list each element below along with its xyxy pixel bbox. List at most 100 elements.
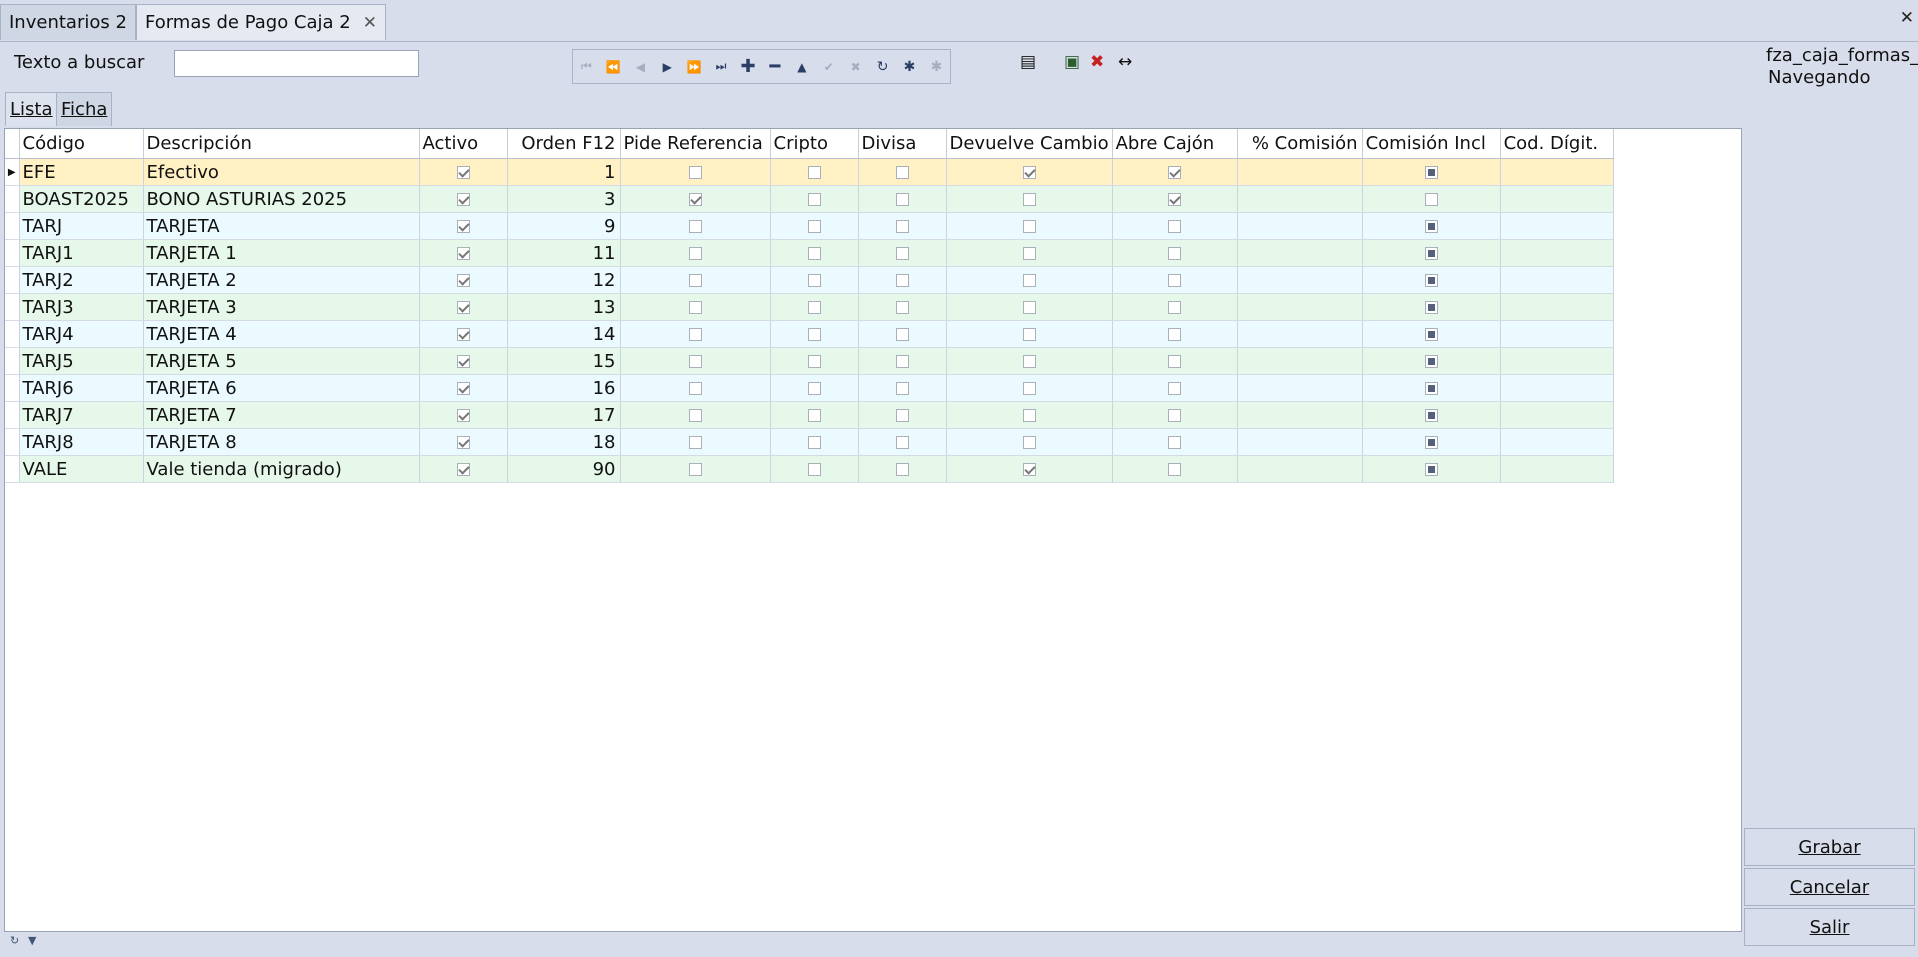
checkbox[interactable] [1022, 436, 1036, 449]
report-icon[interactable]: ▤ [1020, 52, 1036, 72]
checkbox-cell[interactable] [1362, 401, 1501, 429]
table-cell[interactable]: 9 [507, 212, 621, 240]
table-cell[interactable] [1500, 401, 1614, 429]
checkbox[interactable] [1168, 355, 1182, 368]
table-cell[interactable] [1500, 374, 1614, 402]
checkbox-cell[interactable] [1362, 266, 1501, 294]
table-row[interactable]: TARJ5 TARJETA 5 15 [5, 347, 1614, 375]
checkbox-cell[interactable] [770, 266, 859, 294]
checkbox[interactable] [895, 328, 909, 341]
delete-icon[interactable]: ━ [761, 56, 788, 77]
table-cell[interactable] [1237, 347, 1363, 375]
table-row[interactable]: TARJ2 TARJETA 2 12 [5, 266, 1614, 294]
checkbox-cell[interactable] [620, 347, 771, 375]
checkbox-cell[interactable] [1112, 185, 1238, 213]
checkbox-cell[interactable] [1112, 212, 1238, 240]
checkbox[interactable] [807, 355, 821, 368]
checkbox[interactable] [807, 328, 821, 341]
table-cell[interactable]: TARJETA 8 [143, 428, 420, 456]
table-cell[interactable] [1237, 185, 1363, 213]
checkbox-cell[interactable] [946, 320, 1113, 348]
checkbox-cell[interactable] [770, 212, 859, 240]
table-cell[interactable]: TARJETA 5 [143, 347, 420, 375]
close-tab-icon[interactable]: ✕ [363, 13, 377, 33]
checkbox-cell[interactable] [1362, 374, 1501, 402]
table-cell[interactable]: 11 [507, 239, 621, 267]
checkbox-cell[interactable] [1362, 320, 1501, 348]
checkbox-cell[interactable] [858, 347, 947, 375]
table-cell[interactable]: TARJETA 2 [143, 266, 420, 294]
checkbox-cell[interactable] [770, 239, 859, 267]
cancelar-button[interactable]: Cancelar [1744, 868, 1915, 906]
checkbox-cell[interactable] [858, 428, 947, 456]
checkbox[interactable] [688, 301, 702, 314]
table-row[interactable]: TARJ6 TARJETA 6 16 [5, 374, 1614, 402]
checkbox-cell[interactable] [1112, 320, 1238, 348]
checkbox-cell[interactable] [1112, 158, 1238, 186]
table-cell[interactable] [1500, 239, 1614, 267]
checkbox[interactable] [807, 166, 821, 179]
checkbox[interactable] [688, 193, 702, 206]
checkbox[interactable] [807, 220, 821, 233]
refresh-icon[interactable]: ↻ [10, 934, 19, 947]
checkbox[interactable] [1424, 328, 1438, 341]
checkbox-cell[interactable] [770, 455, 859, 483]
checkbox-cell[interactable] [770, 428, 859, 456]
next-icon[interactable]: ▶ [654, 60, 681, 74]
checkbox-cell[interactable] [1362, 239, 1501, 267]
checkbox-cell[interactable] [620, 185, 771, 213]
checkbox-cell[interactable] [858, 374, 947, 402]
checkbox-cell[interactable] [858, 293, 947, 321]
column-header[interactable]: Devuelve Cambio [946, 129, 1113, 159]
checkbox-cell[interactable] [946, 212, 1113, 240]
table-cell[interactable] [1500, 320, 1614, 348]
grabar-button[interactable]: Grabar [1744, 828, 1915, 866]
tab-lista[interactable]: Lista [5, 92, 58, 126]
table-cell[interactable]: TARJ7 [19, 401, 144, 429]
prior-icon[interactable]: ◀ [627, 60, 654, 74]
checkbox-cell[interactable] [858, 212, 947, 240]
checkbox-cell[interactable] [620, 212, 771, 240]
checkbox[interactable] [1168, 436, 1182, 449]
checkbox-cell[interactable] [858, 266, 947, 294]
checkbox-cell[interactable] [946, 158, 1113, 186]
table-cell[interactable]: 3 [507, 185, 621, 213]
table-cell[interactable]: EFE [19, 158, 144, 186]
checkbox-cell[interactable] [858, 185, 947, 213]
checkbox-cell[interactable] [419, 320, 508, 348]
checkbox-cell[interactable] [946, 293, 1113, 321]
table-cell[interactable] [1237, 374, 1363, 402]
checkbox[interactable] [1168, 382, 1182, 395]
checkbox[interactable] [807, 463, 821, 476]
checkbox[interactable] [807, 436, 821, 449]
column-header[interactable]: Cod. Dígit. [1500, 129, 1614, 159]
checkbox[interactable] [1168, 274, 1182, 287]
checkbox[interactable] [895, 463, 909, 476]
checkbox-cell[interactable] [419, 266, 508, 294]
column-header[interactable]: Comisión Incl [1362, 129, 1501, 159]
checkbox-cell[interactable] [770, 401, 859, 429]
column-header[interactable]: Divisa [858, 129, 947, 159]
checkbox[interactable] [1424, 166, 1438, 179]
table-cell[interactable] [1500, 266, 1614, 294]
checkbox-cell[interactable] [1112, 428, 1238, 456]
next-page-icon[interactable]: ⏩ [681, 60, 708, 74]
checkbox[interactable] [1022, 463, 1036, 476]
checkbox[interactable] [456, 220, 470, 233]
table-cell[interactable]: BONO ASTURIAS 2025 [143, 185, 420, 213]
table-cell[interactable]: TARJETA 7 [143, 401, 420, 429]
table-cell[interactable]: 18 [507, 428, 621, 456]
table-cell[interactable]: TARJ3 [19, 293, 144, 321]
checkbox[interactable] [1022, 166, 1036, 179]
checkbox[interactable] [895, 274, 909, 287]
table-row[interactable]: TARJ7 TARJETA 7 17 [5, 401, 1614, 429]
checkbox-cell[interactable] [1362, 428, 1501, 456]
table-cell[interactable]: TARJ [19, 212, 144, 240]
checkbox[interactable] [456, 274, 470, 287]
table-cell[interactable]: TARJETA [143, 212, 420, 240]
checkbox[interactable] [1022, 382, 1036, 395]
checkbox[interactable] [1022, 328, 1036, 341]
checkbox-cell[interactable] [419, 185, 508, 213]
table-cell[interactable] [1237, 428, 1363, 456]
close-window-icon[interactable]: ✕ [1900, 8, 1914, 28]
